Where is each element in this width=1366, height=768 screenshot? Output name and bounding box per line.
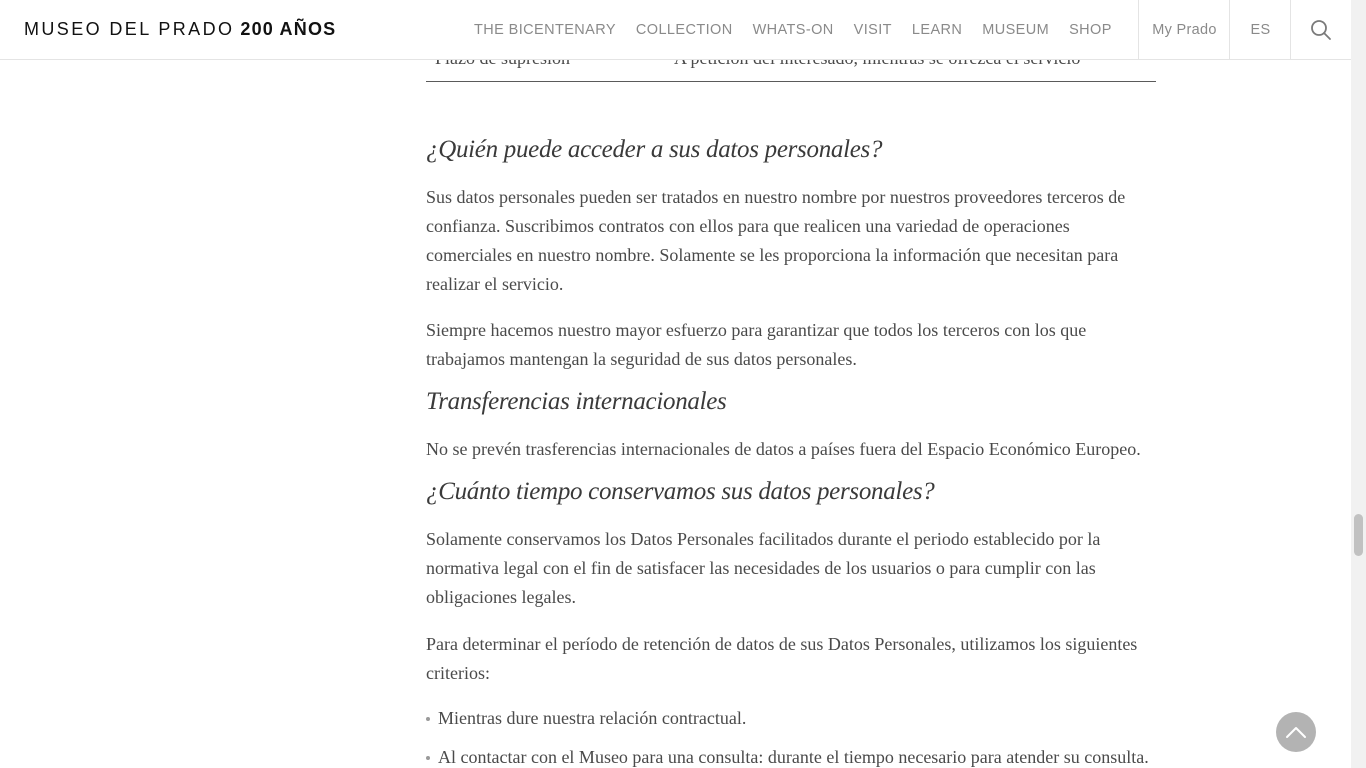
page-scrollbar[interactable]: [1351, 0, 1366, 768]
list-item-text: Al contactar con el Museo para una consu…: [438, 747, 1149, 767]
bullet-icon: [426, 717, 430, 721]
site-header: MUSEO DEL PRADO 200 AÑOS THE BICENTENARY …: [0, 0, 1351, 60]
nav-whats-on[interactable]: WHATS-ON: [753, 22, 834, 38]
site-logo[interactable]: MUSEO DEL PRADO 200 AÑOS: [24, 19, 336, 40]
list-item: Mientras dure nuestra relación contractu…: [426, 704, 1186, 743]
paragraph-data-access-2: Siempre hacemos nuestro mayor esfuerzo p…: [426, 320, 1087, 369]
retention-criteria-list: Mientras dure nuestra relación contractu…: [426, 704, 1186, 768]
nav-learn[interactable]: LEARN: [912, 22, 962, 38]
heading-international-transfers: Transferencias internacionales: [426, 388, 727, 415]
logo-text: MUSEO DEL PRADO: [24, 19, 235, 39]
heading-data-access: ¿Quién puede acceder a sus datos persona…: [426, 136, 883, 163]
bullet-icon: [426, 756, 430, 760]
back-to-top-button[interactable]: [1276, 712, 1316, 752]
nav-visit[interactable]: VISIT: [854, 22, 892, 38]
chevron-up-icon: [1286, 727, 1306, 738]
paragraph-international-transfers: No se prevén trasferencias internacional…: [426, 439, 1141, 459]
heading-data-retention: ¿Cuánto tiempo conservamos sus datos per…: [426, 478, 935, 505]
paragraph-data-retention-2: Para determinar el período de retención …: [426, 634, 1138, 683]
logo-anniversary: 200 AÑOS: [240, 19, 337, 39]
list-item: Al contactar con el Museo para una consu…: [426, 743, 1186, 768]
search-button[interactable]: [1290, 0, 1351, 59]
main-navigation: THE BICENTENARY COLLECTION WHATS-ON VISI…: [474, 0, 1132, 60]
paragraph-data-access-1: Sus datos personales pueden ser tratados…: [426, 187, 1126, 294]
list-item-text: Mientras dure nuestra relación contractu…: [438, 708, 747, 728]
search-icon: [1311, 19, 1331, 40]
paragraph-data-retention-1: Solamente conservamos los Datos Personal…: [426, 529, 1101, 607]
nav-museum[interactable]: MUSEUM: [982, 22, 1049, 38]
nav-collection[interactable]: COLLECTION: [636, 22, 733, 38]
scrollbar-thumb[interactable]: [1354, 514, 1363, 556]
nav-shop[interactable]: SHOP: [1069, 22, 1112, 38]
my-prado-link[interactable]: My Prado: [1138, 0, 1230, 59]
nav-bicentenary[interactable]: THE BICENTENARY: [474, 22, 616, 38]
language-selector[interactable]: ES: [1229, 0, 1291, 59]
